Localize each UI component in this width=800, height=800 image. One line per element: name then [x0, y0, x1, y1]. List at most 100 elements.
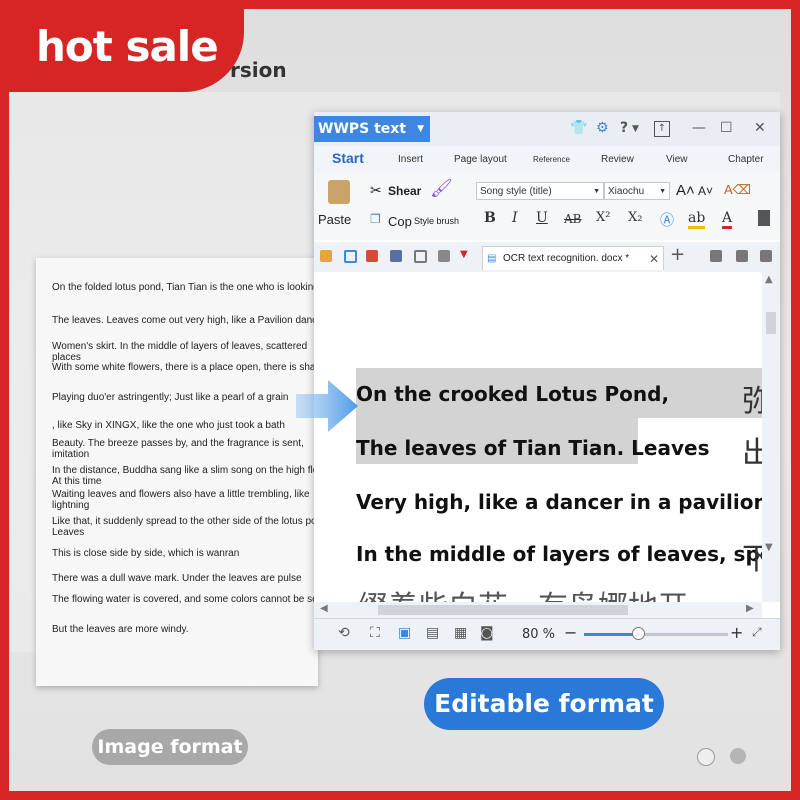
zoom-level[interactable]: 80 % [522, 627, 555, 642]
scroll-thumb[interactable] [766, 312, 776, 334]
hscroll-thumb[interactable] [378, 605, 628, 615]
undo-icon[interactable] [438, 250, 450, 262]
vertical-scrollbar[interactable]: ▲ ▼ [762, 272, 780, 602]
chevron-down-icon: ▼ [593, 188, 600, 195]
scroll-right-icon[interactable]: ▶ [746, 603, 754, 614]
minimize-icon[interactable]: — [692, 120, 706, 136]
scroll-down-icon[interactable]: ▼ [765, 542, 773, 553]
scroll-left-icon[interactable]: ◀ [320, 603, 328, 614]
italic-icon[interactable]: I [512, 210, 518, 226]
top-title: rsion [230, 58, 287, 82]
wps-window: WWPS text ▼ 👕 ⚙ ? ▼ ↑ — ☐ ✕ Start Insert… [314, 112, 780, 650]
editable-format-label: Editable format [424, 678, 664, 730]
eye-protect-icon[interactable]: ◙ [480, 625, 494, 641]
font-size-select[interactable]: Xiaochu ▼ [604, 182, 670, 200]
scissors-icon[interactable]: ✂ [370, 182, 382, 199]
style-brush-button[interactable]: Style brush [414, 216, 459, 226]
fullscreen-icon[interactable]: ⛶ [370, 625, 380, 641]
folder-icon[interactable] [320, 250, 332, 262]
zoom-out-icon[interactable]: − [564, 623, 577, 642]
doc-line: On the crooked Lotus Pond, [356, 382, 670, 406]
document-tab[interactable]: ▤ OCR text recognition. docx * ✕ [482, 246, 664, 270]
paper-line: Like that, it suddenly spread to the oth… [52, 516, 331, 538]
doc-image-icon[interactable] [736, 250, 748, 262]
tab-page-layout[interactable]: Page layout [454, 154, 507, 165]
image-format-paper: On the folded lotus pond, Tian Tian is t… [36, 258, 332, 686]
clear-format-icon[interactable]: A⌫ [724, 182, 751, 198]
doc-tools-icon[interactable] [710, 250, 722, 262]
web-view-icon[interactable]: ▦ [454, 625, 467, 641]
paper-line: Women's skirt. In the middle of layers o… [52, 341, 308, 363]
fit-window-icon[interactable]: ⤢ [752, 625, 762, 640]
subscript-icon[interactable]: X₂ [628, 210, 642, 225]
paper-line: In the distance, Buddha sang like a slim… [52, 465, 330, 487]
shirt-icon[interactable]: 👕 [570, 120, 587, 136]
doc-line: In the middle of layers of leaves, spora… [356, 542, 762, 566]
text-effect-icon[interactable]: Ⓐ [660, 210, 674, 230]
cjk-char: 弥 [742, 384, 762, 419]
doc-line: The leaves of Tian Tian. Leaves [356, 436, 710, 460]
ribbon: Paste ✂ Shear 🖌 ❐ Cop Style brush Song s… [314, 172, 780, 240]
font-color-icon[interactable]: A [722, 210, 733, 229]
underline-icon[interactable]: U [536, 210, 548, 226]
history-icon[interactable]: ⟲ [338, 625, 350, 641]
hot-sale-badge: hot sale [0, 0, 244, 92]
title-bar: WWPS text ▼ 👕 ⚙ ? ▼ ↑ — ☐ ✕ [314, 112, 780, 146]
zoom-in-icon[interactable]: + [730, 623, 743, 642]
gear-icon[interactable]: ⚙ [596, 120, 609, 136]
caret-down-icon: ▼ [417, 124, 424, 134]
save-icon[interactable] [344, 250, 357, 263]
paper-line: On the folded lotus pond, Tian Tian is t… [52, 282, 319, 293]
shear-button[interactable]: Shear [388, 184, 421, 198]
carousel-dot-1[interactable] [697, 748, 715, 766]
document-area[interactable]: On the crooked Lotus Pond, The leaves of… [314, 272, 762, 602]
tab-view[interactable]: View [666, 154, 688, 165]
share-icon[interactable]: ↑ [654, 121, 670, 137]
zoom-slider-handle[interactable] [632, 627, 645, 640]
help-icon[interactable]: ? [620, 120, 628, 136]
strikethrough-icon[interactable]: AB [564, 212, 581, 226]
tab-review[interactable]: Review [601, 154, 634, 165]
menu-bar: Start Insert Page layout Reference Revie… [314, 146, 780, 173]
shrink-font-icon[interactable]: A˅ [698, 184, 713, 198]
tab-start[interactable]: Start [332, 150, 364, 166]
app-menu-button[interactable]: WWPS text ▼ [314, 116, 430, 142]
chevron-down-icon: ▼ [659, 188, 666, 195]
preview-icon[interactable] [414, 250, 427, 263]
highlight-icon[interactable]: ab [688, 210, 706, 229]
conversion-arrow-icon [296, 380, 358, 432]
bold-icon[interactable]: B [484, 210, 496, 226]
cjk-char: 出 [742, 436, 762, 471]
paper-line: Beauty. The breeze passes by, and the fr… [52, 438, 304, 460]
outline-view-icon[interactable]: ▤ [426, 625, 439, 641]
pdf-icon[interactable] [366, 250, 378, 262]
doc-line: Very high, like a dancer in a pavilion [356, 490, 762, 514]
clipboard-icon[interactable] [328, 180, 350, 204]
paste-button[interactable]: Paste [318, 212, 351, 227]
maximize-icon[interactable]: ☐ [720, 120, 733, 136]
close-icon[interactable]: ✕ [754, 120, 766, 136]
font-size-value: Xiaochu [608, 186, 645, 197]
print-icon[interactable] [390, 250, 402, 262]
tab-insert[interactable]: Insert [398, 154, 423, 165]
grow-font-icon[interactable]: A˄ [676, 182, 695, 199]
page-view-icon[interactable]: ▣ [398, 625, 411, 641]
font-style-select[interactable]: Song style (title) ▼ [476, 182, 604, 200]
status-bar: ⟲ ⛶ ▣ ▤ ▦ ◙ 80 % − + ⤢ [314, 618, 780, 650]
copy-button[interactable]: Cop [388, 214, 412, 229]
carousel-dot-2[interactable] [730, 748, 746, 764]
help-caret-icon[interactable]: ▼ [632, 124, 639, 134]
scroll-up-icon[interactable]: ▲ [765, 274, 773, 285]
style-brush-icon[interactable]: 🖌 [430, 178, 453, 199]
horizontal-scrollbar[interactable]: ◀ ▶ [314, 602, 762, 618]
tab-close-icon[interactable]: ✕ [649, 247, 659, 271]
copy-icon[interactable]: ❐ [370, 212, 381, 226]
new-tab-icon[interactable]: + [670, 244, 685, 265]
superscript-icon[interactable]: X² [596, 210, 610, 225]
paper-line: The flowing water is covered, and some c… [52, 594, 332, 605]
doc-export-icon[interactable] [760, 250, 772, 262]
tab-reference[interactable]: Reference [533, 155, 570, 164]
tab-chapter[interactable]: Chapter [728, 154, 764, 165]
pin-icon[interactable]: ▼ [460, 249, 468, 260]
paint-bucket-icon[interactable] [758, 210, 770, 226]
